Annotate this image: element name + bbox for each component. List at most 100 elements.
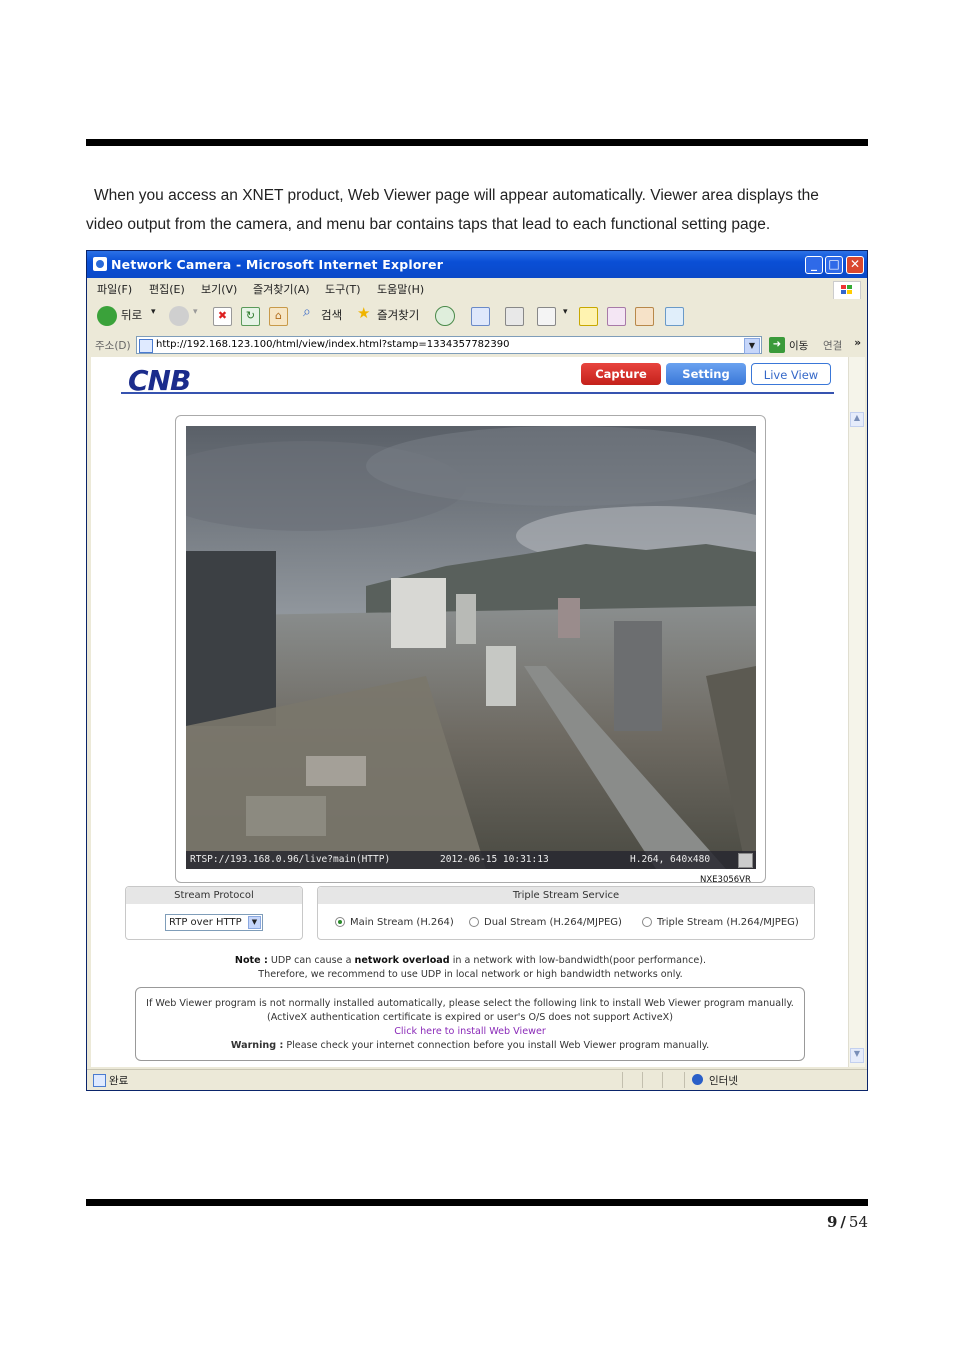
radio-unselected-icon[interactable] xyxy=(642,917,652,927)
go-button-label[interactable]: 이동 xyxy=(789,338,808,353)
history-icon[interactable] xyxy=(435,306,455,326)
main-stream-label: Main Stream (H.264) xyxy=(350,917,454,928)
favorites-star-icon[interactable]: ★ xyxy=(357,304,370,322)
udp-note-line2: Therefore, we recommend to use UDP in lo… xyxy=(258,969,683,980)
scroll-down-icon[interactable]: ▼ xyxy=(850,1048,864,1063)
edit-dropdown-icon[interactable]: ▾ xyxy=(563,307,568,317)
address-dropdown-icon[interactable]: ▼ xyxy=(744,338,760,354)
live-view-tab[interactable]: Live View xyxy=(751,363,831,385)
search-icon[interactable]: ⌕ xyxy=(303,304,311,320)
menu-favorites[interactable]: 즐겨찾기(A) xyxy=(253,281,310,297)
forward-dropdown-icon[interactable]: ▾ xyxy=(193,307,198,317)
note-bold: network overload xyxy=(354,955,450,966)
capture-button[interactable]: Capture xyxy=(581,363,661,385)
triple-stream-radio[interactable]: Triple Stream (H.264/MJPEG) xyxy=(642,917,799,928)
forward-arrow-icon[interactable] xyxy=(169,306,189,326)
title-bar: Network Camera - Microsoft Internet Expl… xyxy=(87,251,867,278)
dual-stream-radio[interactable]: Dual Stream (H.264/MJPEG) xyxy=(469,917,622,928)
refresh-icon[interactable]: ↻ xyxy=(241,307,260,326)
vertical-scrollbar[interactable]: ▲ ▼ xyxy=(848,357,865,1067)
info-line1: If Web Viewer program is not normally in… xyxy=(146,998,794,1009)
print-icon[interactable] xyxy=(505,307,524,326)
home-icon[interactable]: ⌂ xyxy=(269,307,288,326)
camera-model: NXE3056VR xyxy=(700,875,751,885)
close-button[interactable]: ✕ xyxy=(846,256,864,274)
mail-icon[interactable] xyxy=(471,307,490,326)
note-text-2: in a network with low-bandwidth(poor per… xyxy=(449,955,707,966)
favorites-button-label[interactable]: 즐겨찾기 xyxy=(377,307,419,323)
toolbar-more-icon[interactable]: » xyxy=(854,337,861,349)
bottom-rule xyxy=(86,1199,868,1206)
nav-underline xyxy=(121,392,834,394)
install-web-viewer-link[interactable]: Click here to install Web Viewer xyxy=(136,1026,804,1037)
status-divider xyxy=(642,1072,643,1088)
stream-protocol-select[interactable]: RTP over HTTP ▼ xyxy=(165,914,263,931)
main-stream-radio[interactable]: Main Stream (H.264) xyxy=(335,917,454,928)
back-button-label[interactable]: 뒤로 xyxy=(121,307,142,323)
internet-zone-icon xyxy=(692,1074,703,1085)
stream-protocol-panel: Stream Protocol RTP over HTTP ▼ xyxy=(125,886,303,940)
menu-view[interactable]: 보기(V) xyxy=(201,281,237,297)
status-divider xyxy=(684,1072,685,1088)
stop-icon[interactable]: ✖ xyxy=(213,307,232,326)
minimize-button[interactable]: _ xyxy=(805,256,823,274)
menu-help[interactable]: 도움말(H) xyxy=(377,281,424,297)
video-osd-bar: RTSP://193.168.0.96/live?main(HTTP) 2012… xyxy=(186,851,756,869)
menu-bar: 파일(F) 편집(E) 보기(V) 즐겨찾기(A) 도구(T) 도움말(H) xyxy=(87,278,867,300)
intro-line-2: video output from the camera, and menu b… xyxy=(86,216,771,233)
status-divider xyxy=(622,1072,623,1088)
edit-icon[interactable] xyxy=(537,307,556,326)
status-bar: 완료 인터넷 xyxy=(87,1069,867,1090)
triple-stream-panel: Triple Stream Service Main Stream (H.264… xyxy=(317,886,815,940)
status-text: 완료 xyxy=(109,1075,129,1087)
radio-unselected-icon[interactable] xyxy=(469,917,479,927)
warning-line: Warning : Please check your internet con… xyxy=(136,1040,804,1051)
ie-window: Network Camera - Microsoft Internet Expl… xyxy=(86,250,868,1091)
search-button-label[interactable]: 검색 xyxy=(321,307,342,323)
ie-page-icon xyxy=(93,257,107,271)
osd-codec: H.264, 640x480 xyxy=(630,854,711,865)
menu-file[interactable]: 파일(F) xyxy=(97,281,132,297)
address-label: 주소(D) xyxy=(95,340,131,352)
warning-text: Please check your internet connection be… xyxy=(283,1040,710,1051)
fullscreen-icon[interactable] xyxy=(738,853,753,868)
back-arrow-icon[interactable] xyxy=(97,306,117,326)
chevron-down-icon[interactable]: ▼ xyxy=(248,916,261,929)
address-input[interactable]: http://192.168.123.100/html/view/index.h… xyxy=(136,336,762,354)
stream-protocol-title: Stream Protocol xyxy=(126,887,302,904)
research-icon[interactable] xyxy=(607,307,626,326)
status-divider xyxy=(662,1072,663,1088)
install-info-box: If Web Viewer program is not normally in… xyxy=(135,987,805,1061)
zone-text: 인터넷 xyxy=(709,1075,738,1087)
udp-note-line1: Note : UDP can cause a network overload … xyxy=(91,955,850,966)
note-text-1: UDP can cause a xyxy=(267,955,355,966)
page-number: 9/54 xyxy=(827,1213,868,1231)
warning-label: Warning : xyxy=(230,1040,284,1051)
page-current: 9 xyxy=(826,1213,838,1231)
page-viewport: CNB Capture Setting Live View RTSP://193… xyxy=(91,357,850,1067)
window-title: Network Camera - Microsoft Internet Expl… xyxy=(111,257,444,272)
links-label[interactable]: 연결 xyxy=(823,338,842,353)
dual-stream-label: Dual Stream (H.264/MJPEG) xyxy=(484,917,622,928)
menu-tools[interactable]: 도구(T) xyxy=(325,281,361,297)
menu-edit[interactable]: 편집(E) xyxy=(149,281,185,297)
radio-selected-icon[interactable] xyxy=(335,917,345,927)
standard-toolbar: 뒤로 ▾ ▾ ✖ ↻ ⌂ ⌕ 검색 ★ 즐겨찾기 ▾ xyxy=(87,299,867,336)
info-line2: (ActiveX authentication certificate is e… xyxy=(267,1012,673,1023)
users-icon[interactable] xyxy=(665,307,684,326)
top-rule xyxy=(86,139,868,146)
osd-stream-url: RTSP://193.168.0.96/live?main(HTTP) xyxy=(190,854,391,865)
setting-button[interactable]: Setting xyxy=(666,363,746,385)
triple-stream-title: Triple Stream Service xyxy=(318,887,814,904)
back-dropdown-icon[interactable]: ▾ xyxy=(151,307,156,317)
maximize-button[interactable]: □ xyxy=(825,256,843,274)
camera-video[interactable] xyxy=(186,426,756,869)
page-separator: / xyxy=(840,1213,846,1231)
address-url[interactable]: http://192.168.123.100/html/view/index.h… xyxy=(156,339,510,350)
discuss-icon[interactable] xyxy=(579,307,598,326)
messenger-icon[interactable] xyxy=(635,307,654,326)
go-arrow-icon[interactable]: ➜ xyxy=(769,337,785,353)
page-total: 54 xyxy=(848,1213,868,1231)
intro-line-1: When you access an XNET product, Web Vie… xyxy=(94,187,819,204)
scroll-up-icon[interactable]: ▲ xyxy=(850,412,864,427)
